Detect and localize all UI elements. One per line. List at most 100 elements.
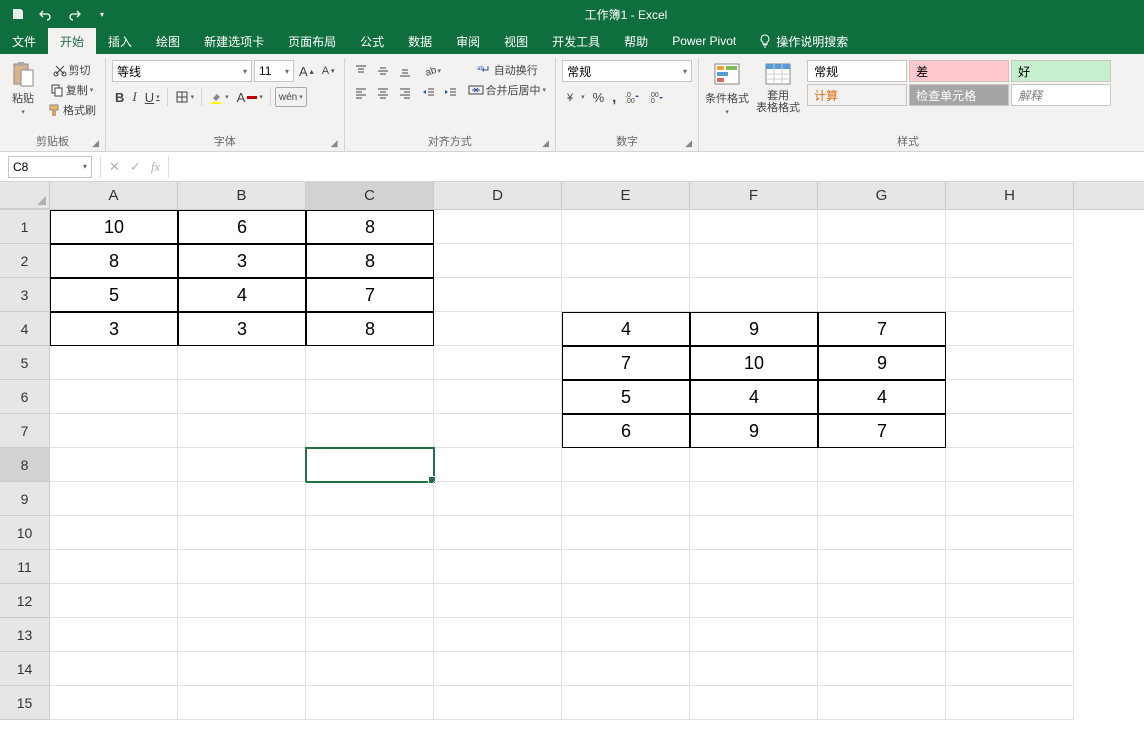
cell-C8[interactable] xyxy=(306,448,434,482)
cell-F14[interactable] xyxy=(690,652,818,686)
cell-G7[interactable]: 7 xyxy=(818,414,946,448)
cell-F1[interactable] xyxy=(690,210,818,244)
cell-F5[interactable]: 10 xyxy=(690,346,818,380)
cell-G5[interactable]: 9 xyxy=(818,346,946,380)
cell-B10[interactable] xyxy=(178,516,306,550)
cell-F4[interactable]: 9 xyxy=(690,312,818,346)
cell-C3[interactable]: 7 xyxy=(306,278,434,312)
row-header-14[interactable]: 14 xyxy=(0,652,50,686)
cell-A13[interactable] xyxy=(50,618,178,652)
cell-D10[interactable] xyxy=(434,516,562,550)
merge-center-button[interactable]: 合并后居中▾ xyxy=(465,80,550,100)
cell-A7[interactable] xyxy=(50,414,178,448)
conditional-format-button[interactable]: 条件格式 ▾ xyxy=(705,60,749,116)
cell-C9[interactable] xyxy=(306,482,434,516)
row-header-15[interactable]: 15 xyxy=(0,686,50,720)
formula-input[interactable] xyxy=(169,156,1144,178)
cell-D5[interactable] xyxy=(434,346,562,380)
row-header-4[interactable]: 4 xyxy=(0,312,50,346)
cell-D2[interactable] xyxy=(434,244,562,278)
cell-B3[interactable]: 4 xyxy=(178,278,306,312)
underline-button[interactable]: U▾ xyxy=(142,87,163,107)
tab-file[interactable]: 文件 xyxy=(0,28,48,54)
cell-D4[interactable] xyxy=(434,312,562,346)
save-button[interactable] xyxy=(6,3,30,25)
cell-D13[interactable] xyxy=(434,618,562,652)
font-launcher[interactable]: ◢ xyxy=(331,138,338,149)
style-bad[interactable]: 差 xyxy=(909,60,1009,82)
col-header-D[interactable]: D xyxy=(434,182,562,209)
cell-D8[interactable] xyxy=(434,448,562,482)
align-launcher[interactable]: ◢ xyxy=(542,138,549,149)
cell-C2[interactable]: 8 xyxy=(306,244,434,278)
style-normal[interactable]: 常规 xyxy=(807,60,907,82)
cell-B2[interactable]: 3 xyxy=(178,244,306,278)
col-header-G[interactable]: G xyxy=(818,182,946,209)
fill-color-button[interactable]: ▾ xyxy=(206,87,232,107)
cell-G8[interactable] xyxy=(818,448,946,482)
tab-newtab[interactable]: 新建选项卡 xyxy=(192,28,276,54)
cell-B11[interactable] xyxy=(178,550,306,584)
cell-H4[interactable] xyxy=(946,312,1074,346)
cell-D12[interactable] xyxy=(434,584,562,618)
tab-formulas[interactable]: 公式 xyxy=(348,28,396,54)
cell-B1[interactable]: 6 xyxy=(178,210,306,244)
cell-B5[interactable] xyxy=(178,346,306,380)
cell-A12[interactable] xyxy=(50,584,178,618)
cell-D9[interactable] xyxy=(434,482,562,516)
cell-G6[interactable]: 4 xyxy=(818,380,946,414)
cell-F10[interactable] xyxy=(690,516,818,550)
cell-C10[interactable] xyxy=(306,516,434,550)
cell-E6[interactable]: 5 xyxy=(562,380,690,414)
tab-insert[interactable]: 插入 xyxy=(96,28,144,54)
cell-A4[interactable]: 3 xyxy=(50,312,178,346)
cell-G9[interactable] xyxy=(818,482,946,516)
cell-A2[interactable]: 8 xyxy=(50,244,178,278)
align-middle-button[interactable] xyxy=(373,61,393,81)
cut-button[interactable]: 剪切 xyxy=(44,60,99,80)
undo-button[interactable] xyxy=(34,3,58,25)
tab-layout[interactable]: 页面布局 xyxy=(276,28,348,54)
align-bottom-button[interactable] xyxy=(395,61,415,81)
cell-G14[interactable] xyxy=(818,652,946,686)
cell-G10[interactable] xyxy=(818,516,946,550)
cell-G4[interactable]: 7 xyxy=(818,312,946,346)
row-header-6[interactable]: 6 xyxy=(0,380,50,414)
cell-G3[interactable] xyxy=(818,278,946,312)
cell-C15[interactable] xyxy=(306,686,434,720)
align-center-button[interactable] xyxy=(373,83,393,103)
cell-E5[interactable]: 7 xyxy=(562,346,690,380)
wrap-text-button[interactable]: ab 自动换行 xyxy=(465,60,550,80)
row-header-3[interactable]: 3 xyxy=(0,278,50,312)
align-left-button[interactable] xyxy=(351,83,371,103)
cell-D3[interactable] xyxy=(434,278,562,312)
tab-home[interactable]: 开始 xyxy=(48,28,96,54)
cell-C12[interactable] xyxy=(306,584,434,618)
row-header-13[interactable]: 13 xyxy=(0,618,50,652)
tab-view[interactable]: 视图 xyxy=(492,28,540,54)
row-header-12[interactable]: 12 xyxy=(0,584,50,618)
style-check[interactable]: 检查单元格 xyxy=(909,84,1009,106)
cell-H14[interactable] xyxy=(946,652,1074,686)
cell-C14[interactable] xyxy=(306,652,434,686)
increase-decimal-button[interactable]: .0.00 xyxy=(621,87,643,107)
cell-C13[interactable] xyxy=(306,618,434,652)
cell-G13[interactable] xyxy=(818,618,946,652)
decrease-font-button[interactable]: A▾ xyxy=(319,61,338,81)
insert-function-button[interactable]: fx xyxy=(151,159,160,175)
format-painter-button[interactable]: 格式刷 xyxy=(44,100,99,120)
cell-A6[interactable] xyxy=(50,380,178,414)
cell-C1[interactable]: 8 xyxy=(306,210,434,244)
cell-B6[interactable] xyxy=(178,380,306,414)
cell-A11[interactable] xyxy=(50,550,178,584)
font-name-select[interactable]: 等线▾ xyxy=(112,60,252,82)
col-header-A[interactable]: A xyxy=(50,182,178,209)
cell-D1[interactable] xyxy=(434,210,562,244)
cell-H8[interactable] xyxy=(946,448,1074,482)
col-header-E[interactable]: E xyxy=(562,182,690,209)
cell-H1[interactable] xyxy=(946,210,1074,244)
cell-F9[interactable] xyxy=(690,482,818,516)
cell-A14[interactable] xyxy=(50,652,178,686)
cell-D11[interactable] xyxy=(434,550,562,584)
cell-D15[interactable] xyxy=(434,686,562,720)
